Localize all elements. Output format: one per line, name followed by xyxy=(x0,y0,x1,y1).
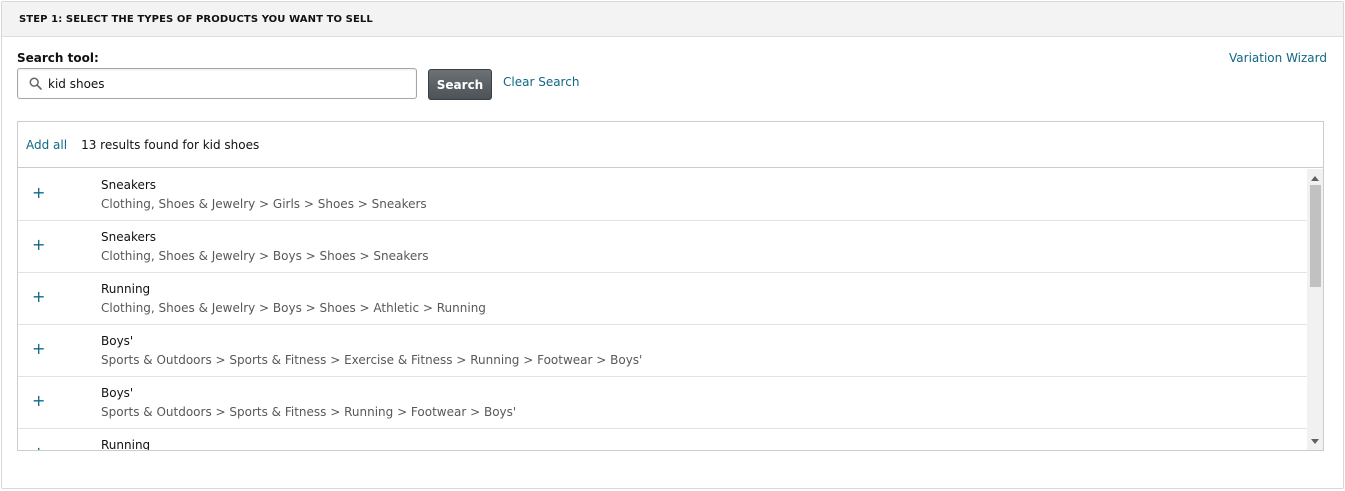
result-row: + Sneakers Clothing, Shoes & Jewelry > G… xyxy=(18,169,1307,221)
search-box[interactable] xyxy=(17,68,417,99)
result-row: + Sneakers Clothing, Shoes & Jewelry > B… xyxy=(18,221,1307,273)
results-header: Add all 13 results found for kid shoes xyxy=(18,122,1323,168)
search-button[interactable]: Search xyxy=(428,69,492,100)
result-title: Running xyxy=(101,282,151,296)
step-header: STEP 1: SELECT THE TYPES OF PRODUCTS YOU… xyxy=(2,2,1343,37)
scroll-down-arrow-icon[interactable] xyxy=(1307,434,1323,448)
result-path: Clothing, Shoes & Jewelry > Girls > Shoe… xyxy=(101,197,427,211)
results-count: 13 results found for kid shoes xyxy=(81,137,260,152)
scroll-up-arrow-icon[interactable] xyxy=(1307,171,1323,185)
plus-icon[interactable]: + xyxy=(32,443,45,450)
search-tool-label: Search tool: xyxy=(17,51,99,65)
result-path: Sports & Outdoors > Sports & Fitness > E… xyxy=(101,353,643,367)
result-title: Sneakers xyxy=(101,230,157,244)
variation-wizard-link[interactable]: Variation Wizard xyxy=(1229,51,1327,65)
result-path: Sports & Outdoors > Sports & Fitness > R… xyxy=(101,405,517,419)
result-title: Running xyxy=(101,438,151,450)
step-title: STEP 1: SELECT THE TYPES OF PRODUCTS YOU… xyxy=(19,13,373,25)
scroll-thumb[interactable] xyxy=(1310,185,1321,287)
add-all-link[interactable]: Add all xyxy=(26,138,67,152)
result-path: Clothing, Shoes & Jewelry > Boys > Shoes… xyxy=(101,249,429,263)
search-icon xyxy=(28,77,42,91)
plus-icon[interactable]: + xyxy=(32,391,45,411)
plus-icon[interactable]: + xyxy=(32,287,45,307)
result-title: Boys' xyxy=(101,386,134,400)
result-title: Boys' xyxy=(101,334,134,348)
plus-icon[interactable]: + xyxy=(32,339,45,359)
results-list-viewport[interactable]: + Sneakers Clothing, Shoes & Jewelry > G… xyxy=(18,169,1323,450)
plus-icon[interactable]: + xyxy=(32,235,45,255)
search-input[interactable] xyxy=(48,76,388,91)
results-scrollbar[interactable] xyxy=(1307,169,1323,450)
results-container: Add all 13 results found for kid shoes +… xyxy=(17,121,1324,451)
clear-search-link[interactable]: Clear Search xyxy=(503,75,579,89)
result-row: + Running xyxy=(18,429,1307,450)
result-row: + Boys' Sports & Outdoors > Sports & Fit… xyxy=(18,377,1307,429)
result-path: Clothing, Shoes & Jewelry > Boys > Shoes… xyxy=(101,301,486,315)
result-row: + Boys' Sports & Outdoors > Sports & Fit… xyxy=(18,325,1307,377)
result-row: + Running Clothing, Shoes & Jewelry > Bo… xyxy=(18,273,1307,325)
result-title: Sneakers xyxy=(101,178,157,192)
results-list: + Sneakers Clothing, Shoes & Jewelry > G… xyxy=(18,169,1307,450)
plus-icon[interactable]: + xyxy=(32,183,45,203)
